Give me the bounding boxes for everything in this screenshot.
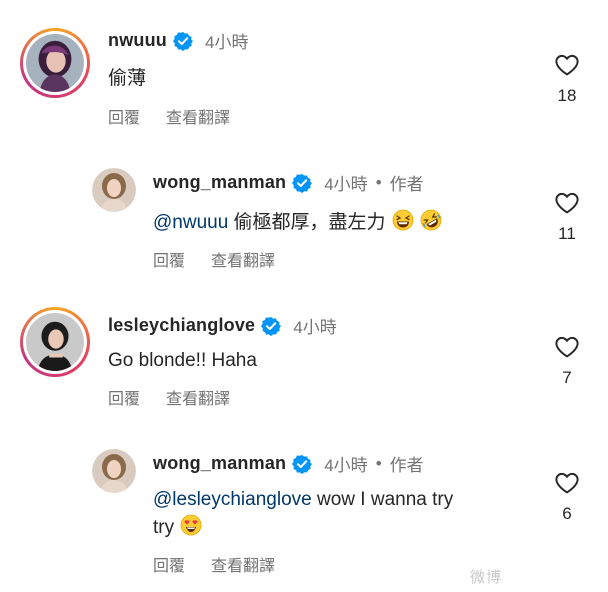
like-count: 18 xyxy=(557,86,577,105)
avatar-image xyxy=(26,313,84,371)
reply-button[interactable]: 回覆 xyxy=(108,104,140,128)
comment-header: nwuuu 4小時 xyxy=(108,28,248,53)
comment-actions: 回覆 查看翻譯 xyxy=(153,552,275,576)
separator-dot: • xyxy=(375,172,382,192)
avatar[interactable] xyxy=(20,28,90,98)
timestamp[interactable]: 4小時 xyxy=(324,170,367,195)
smiling-face-with-heart-eyes-icon xyxy=(180,514,202,536)
comment-header: wong_manman 4小時 • 作者 xyxy=(153,451,424,476)
avatar[interactable] xyxy=(92,168,136,212)
avatar[interactable] xyxy=(92,449,136,493)
like-control: 7 xyxy=(547,334,587,388)
heart-outline-icon[interactable] xyxy=(554,52,580,78)
watermark: 微博 xyxy=(470,569,503,586)
username[interactable]: lesleychianglove xyxy=(108,315,255,336)
verified-badge-icon xyxy=(261,316,281,336)
see-translation-button[interactable]: 查看翻譯 xyxy=(166,104,230,128)
like-count: 7 xyxy=(562,368,572,387)
like-control: 11 xyxy=(547,190,587,244)
comment-header: lesleychianglove 4小時 xyxy=(108,313,337,338)
verified-badge-icon xyxy=(292,173,312,193)
timestamp[interactable]: 4小時 xyxy=(293,313,336,338)
like-control: 6 xyxy=(547,470,587,524)
mention-link[interactable]: @nwuuu xyxy=(153,212,228,233)
mention-link[interactable]: @lesleychianglove xyxy=(153,489,312,510)
see-translation-button[interactable]: 查看翻譯 xyxy=(166,385,230,409)
heart-outline-icon[interactable] xyxy=(554,334,580,360)
author-label: 作者 xyxy=(389,175,424,194)
grinning-squinting-face-icon xyxy=(392,209,414,231)
avatar-image xyxy=(26,34,84,92)
see-translation-button[interactable]: 查看翻譯 xyxy=(211,552,275,576)
username[interactable]: wong_manman xyxy=(153,172,286,193)
see-translation-button[interactable]: 查看翻譯 xyxy=(211,247,275,271)
verified-badge-icon xyxy=(292,454,312,474)
timestamp[interactable]: 4小時 xyxy=(324,451,367,476)
timestamp[interactable]: 4小時 xyxy=(205,28,248,53)
comment-text: 偷薄 xyxy=(108,68,147,89)
heart-outline-icon[interactable] xyxy=(554,190,580,216)
like-control: 18 xyxy=(547,52,587,106)
reply-button[interactable]: 回覆 xyxy=(108,385,140,409)
rolling-on-floor-laughing-icon xyxy=(420,209,442,231)
comment-text: @lesleychianglove wow I wanna try try xyxy=(153,489,454,538)
comment-actions: 回覆 查看翻譯 xyxy=(153,247,275,271)
username[interactable]: wong_manman xyxy=(153,453,286,474)
separator-dot: • xyxy=(375,453,382,473)
reply-button[interactable]: 回覆 xyxy=(153,552,185,576)
comment-header: wong_manman 4小時 • 作者 xyxy=(153,170,424,195)
comment-text: @nwuuu 偷極都厚，盡左力 xyxy=(153,209,442,237)
author-label: 作者 xyxy=(389,456,424,475)
heart-outline-icon[interactable] xyxy=(554,470,580,496)
like-count: 11 xyxy=(558,224,576,243)
username[interactable]: nwuuu xyxy=(108,30,167,51)
comment-text: Go blonde!! Haha xyxy=(108,350,257,371)
like-count: 6 xyxy=(562,504,572,523)
comment-actions: 回覆 查看翻譯 xyxy=(108,385,230,409)
comment-actions: 回覆 查看翻譯 xyxy=(108,104,230,128)
avatar[interactable] xyxy=(20,307,90,377)
reply-button[interactable]: 回覆 xyxy=(153,247,185,271)
verified-badge-icon xyxy=(173,31,193,51)
avatar-image xyxy=(92,449,136,493)
avatar-image xyxy=(92,168,136,212)
